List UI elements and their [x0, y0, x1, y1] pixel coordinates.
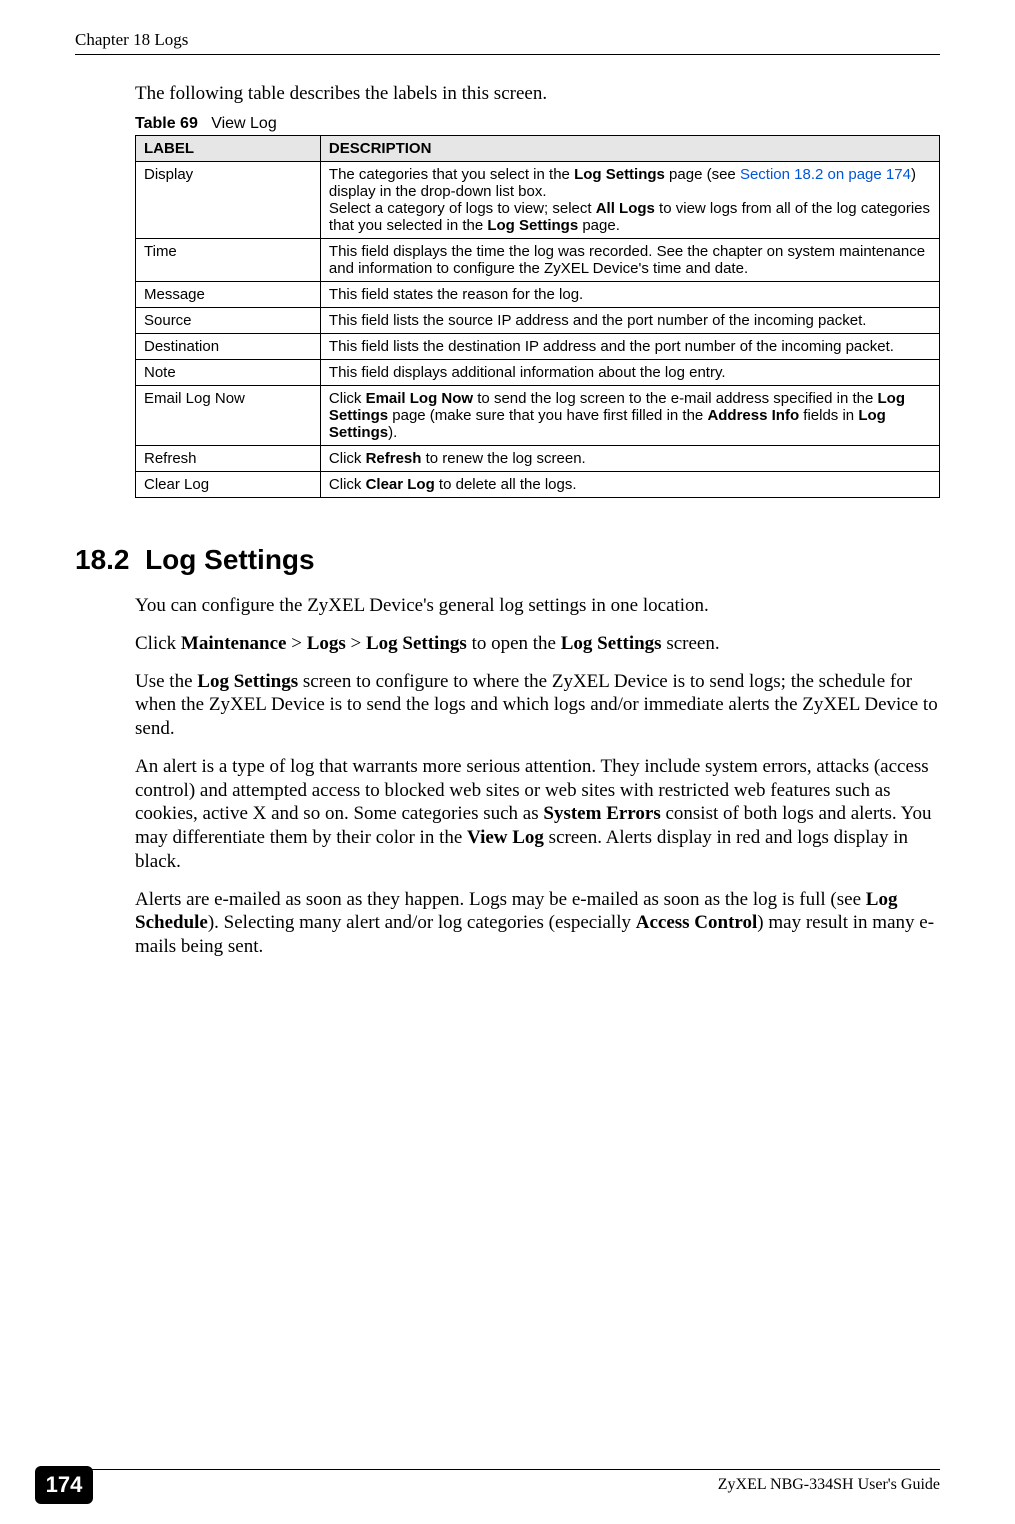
cell-desc: This field lists the source IP address a…	[320, 308, 939, 334]
th-label: LABEL	[136, 136, 321, 162]
table-row: Note This field displays additional info…	[136, 360, 940, 386]
table-row: Destination This field lists the destina…	[136, 334, 940, 360]
cell-label: Message	[136, 282, 321, 308]
cell-desc: This field lists the destination IP addr…	[320, 334, 939, 360]
section-title: Log Settings	[145, 544, 315, 575]
cell-label: Source	[136, 308, 321, 334]
table-row: Source This field lists the source IP ad…	[136, 308, 940, 334]
cell-desc: This field displays the time the log was…	[320, 239, 939, 282]
table-row: Display The categories that you select i…	[136, 162, 940, 239]
cell-desc: Click Clear Log to delete all the logs.	[320, 472, 939, 498]
cell-desc: The categories that you select in the Lo…	[320, 162, 939, 239]
table-row: Time This field displays the time the lo…	[136, 239, 940, 282]
cell-label: Refresh	[136, 446, 321, 472]
content-area: The following table describes the labels…	[135, 83, 940, 959]
cell-desc: This field states the reason for the log…	[320, 282, 939, 308]
cell-label: Email Log Now	[136, 386, 321, 446]
page-header: Chapter 18 Logs	[75, 30, 940, 55]
table-row: Message This field states the reason for…	[136, 282, 940, 308]
body-paragraph: An alert is a type of log that warrants …	[135, 755, 940, 874]
table-caption: Table 69 View Log	[135, 115, 940, 133]
th-description: DESCRIPTION	[320, 136, 939, 162]
cell-label: Note	[136, 360, 321, 386]
intro-text: The following table describes the labels…	[135, 83, 940, 105]
cell-desc: This field displays additional informati…	[320, 360, 939, 386]
table-row: Clear Log Click Clear Log to delete all …	[136, 472, 940, 498]
body-paragraph: Alerts are e-mailed as soon as they happ…	[135, 888, 940, 959]
section-number: 18.2	[75, 544, 130, 575]
section-heading: 18.2 Log Settings	[75, 544, 940, 576]
body-paragraph: Click Maintenance > Logs > Log Settings …	[135, 632, 940, 656]
body-paragraph: You can configure the ZyXEL Device's gen…	[135, 594, 940, 618]
view-log-table: LABEL DESCRIPTION Display The categories…	[135, 135, 940, 498]
page-footer: 174 ZyXEL NBG-334SH User's Guide	[75, 1469, 940, 1494]
cross-ref-link[interactable]: Section 18.2 on page 174	[740, 166, 911, 183]
cell-label: Clear Log	[136, 472, 321, 498]
cell-label: Destination	[136, 334, 321, 360]
guide-name: ZyXEL NBG-334SH User's Guide	[718, 1476, 940, 1494]
cell-desc: Click Refresh to renew the log screen.	[320, 446, 939, 472]
chapter-title: Chapter 18 Logs	[75, 30, 188, 50]
table-row: Email Log Now Click Email Log Now to sen…	[136, 386, 940, 446]
table-title: View Log	[211, 115, 277, 132]
table-number: Table 69	[135, 115, 198, 132]
cell-label: Display	[136, 162, 321, 239]
body-paragraph: Use the Log Settings screen to configure…	[135, 670, 940, 741]
cell-label: Time	[136, 239, 321, 282]
cell-desc: Click Email Log Now to send the log scre…	[320, 386, 939, 446]
table-row: Refresh Click Refresh to renew the log s…	[136, 446, 940, 472]
page-number-badge: 174	[35, 1466, 93, 1504]
